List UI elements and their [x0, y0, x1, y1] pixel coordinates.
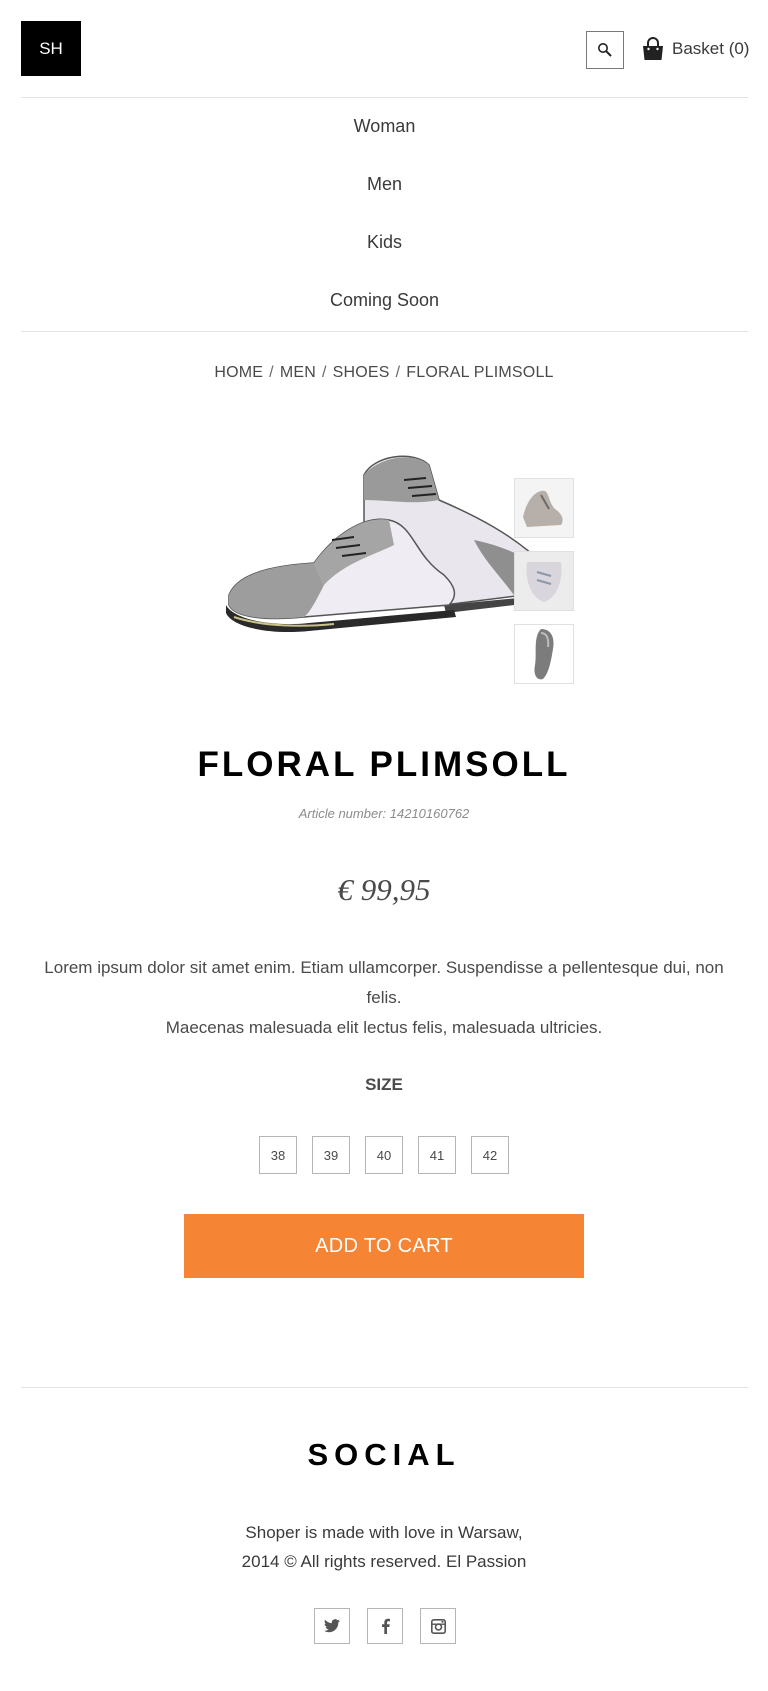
footer-line: Shoper is made with love in Warsaw, — [245, 1523, 523, 1542]
size-option-40[interactable]: 40 — [365, 1136, 403, 1174]
add-to-cart-button[interactable]: ADD TO CART — [184, 1214, 584, 1278]
nav-divider — [21, 331, 748, 332]
facebook-icon — [381, 1618, 390, 1634]
footer-divider — [21, 1387, 748, 1388]
description-line: Lorem ipsum dolor sit amet enim. Etiam u… — [44, 958, 724, 1007]
nav-item-coming-soon[interactable]: Coming Soon — [21, 271, 748, 329]
size-selector: 38 39 40 41 42 — [259, 1136, 509, 1174]
twitter-button[interactable] — [314, 1608, 350, 1644]
main-nav: Woman Men Kids Coming Soon — [21, 97, 748, 329]
product-page: SH Basket (0) Woman Men Kids Coming Soon… — [0, 0, 768, 1691]
product-main-image[interactable] — [214, 445, 554, 650]
breadcrumb-separator: / — [395, 364, 401, 381]
thumbnail-image — [515, 552, 573, 610]
breadcrumb-separator: / — [269, 364, 274, 381]
product-description: Lorem ipsum dolor sit amet enim. Etiam u… — [30, 953, 738, 1043]
nav-item-men[interactable]: Men — [21, 155, 748, 213]
breadcrumb-current: FLORAL PLIMSOLL — [406, 364, 554, 381]
social-heading: SOCIAL — [307, 1437, 461, 1472]
size-option-38[interactable]: 38 — [259, 1136, 297, 1174]
basket-label: Basket (0) — [672, 39, 750, 58]
twitter-icon — [324, 1619, 340, 1633]
product-thumbnail[interactable] — [514, 551, 574, 611]
size-option-42[interactable]: 42 — [471, 1136, 509, 1174]
search-button[interactable] — [586, 31, 624, 69]
breadcrumb-men[interactable]: MEN — [280, 364, 316, 381]
size-option-39[interactable]: 39 — [312, 1136, 350, 1174]
size-label: SIZE — [365, 1075, 403, 1094]
breadcrumb-shoes[interactable]: SHOES — [333, 364, 390, 381]
basket-link[interactable]: Basket (0) — [640, 35, 749, 63]
nav-item-woman[interactable]: Woman — [21, 97, 748, 155]
social-links — [314, 1608, 456, 1644]
search-icon — [598, 43, 612, 57]
thumbnail-image — [515, 479, 573, 537]
description-line: Maecenas malesuada elit lectus felis, ma… — [165, 1018, 603, 1037]
nav-item-kids[interactable]: Kids — [21, 213, 748, 271]
breadcrumb-home[interactable]: HOME — [214, 364, 263, 381]
breadcrumb-separator: / — [321, 364, 327, 381]
product-thumbnail[interactable] — [514, 624, 574, 684]
article-number: Article number: 14210160762 — [298, 806, 470, 821]
thumbnail-image — [515, 625, 573, 683]
breadcrumb: HOME / MEN / SHOES / FLORAL PLIMSOLL — [0, 364, 768, 382]
footer-text: Shoper is made with love in Warsaw, 2014… — [0, 1518, 768, 1576]
product-price: € 99,95 — [337, 872, 431, 907]
logo[interactable]: SH — [21, 21, 81, 76]
facebook-button[interactable] — [367, 1608, 403, 1644]
product-thumbnail[interactable] — [514, 478, 574, 538]
footer-line: 2014 © All rights reserved. El Passion — [241, 1552, 527, 1571]
size-option-41[interactable]: 41 — [418, 1136, 456, 1174]
shopping-bag-icon — [643, 37, 663, 60]
logo-text: SH — [39, 38, 63, 58]
instagram-button[interactable] — [420, 1608, 456, 1644]
instagram-icon — [430, 1618, 446, 1634]
product-title: FLORAL PLIMSOLL — [197, 745, 571, 784]
